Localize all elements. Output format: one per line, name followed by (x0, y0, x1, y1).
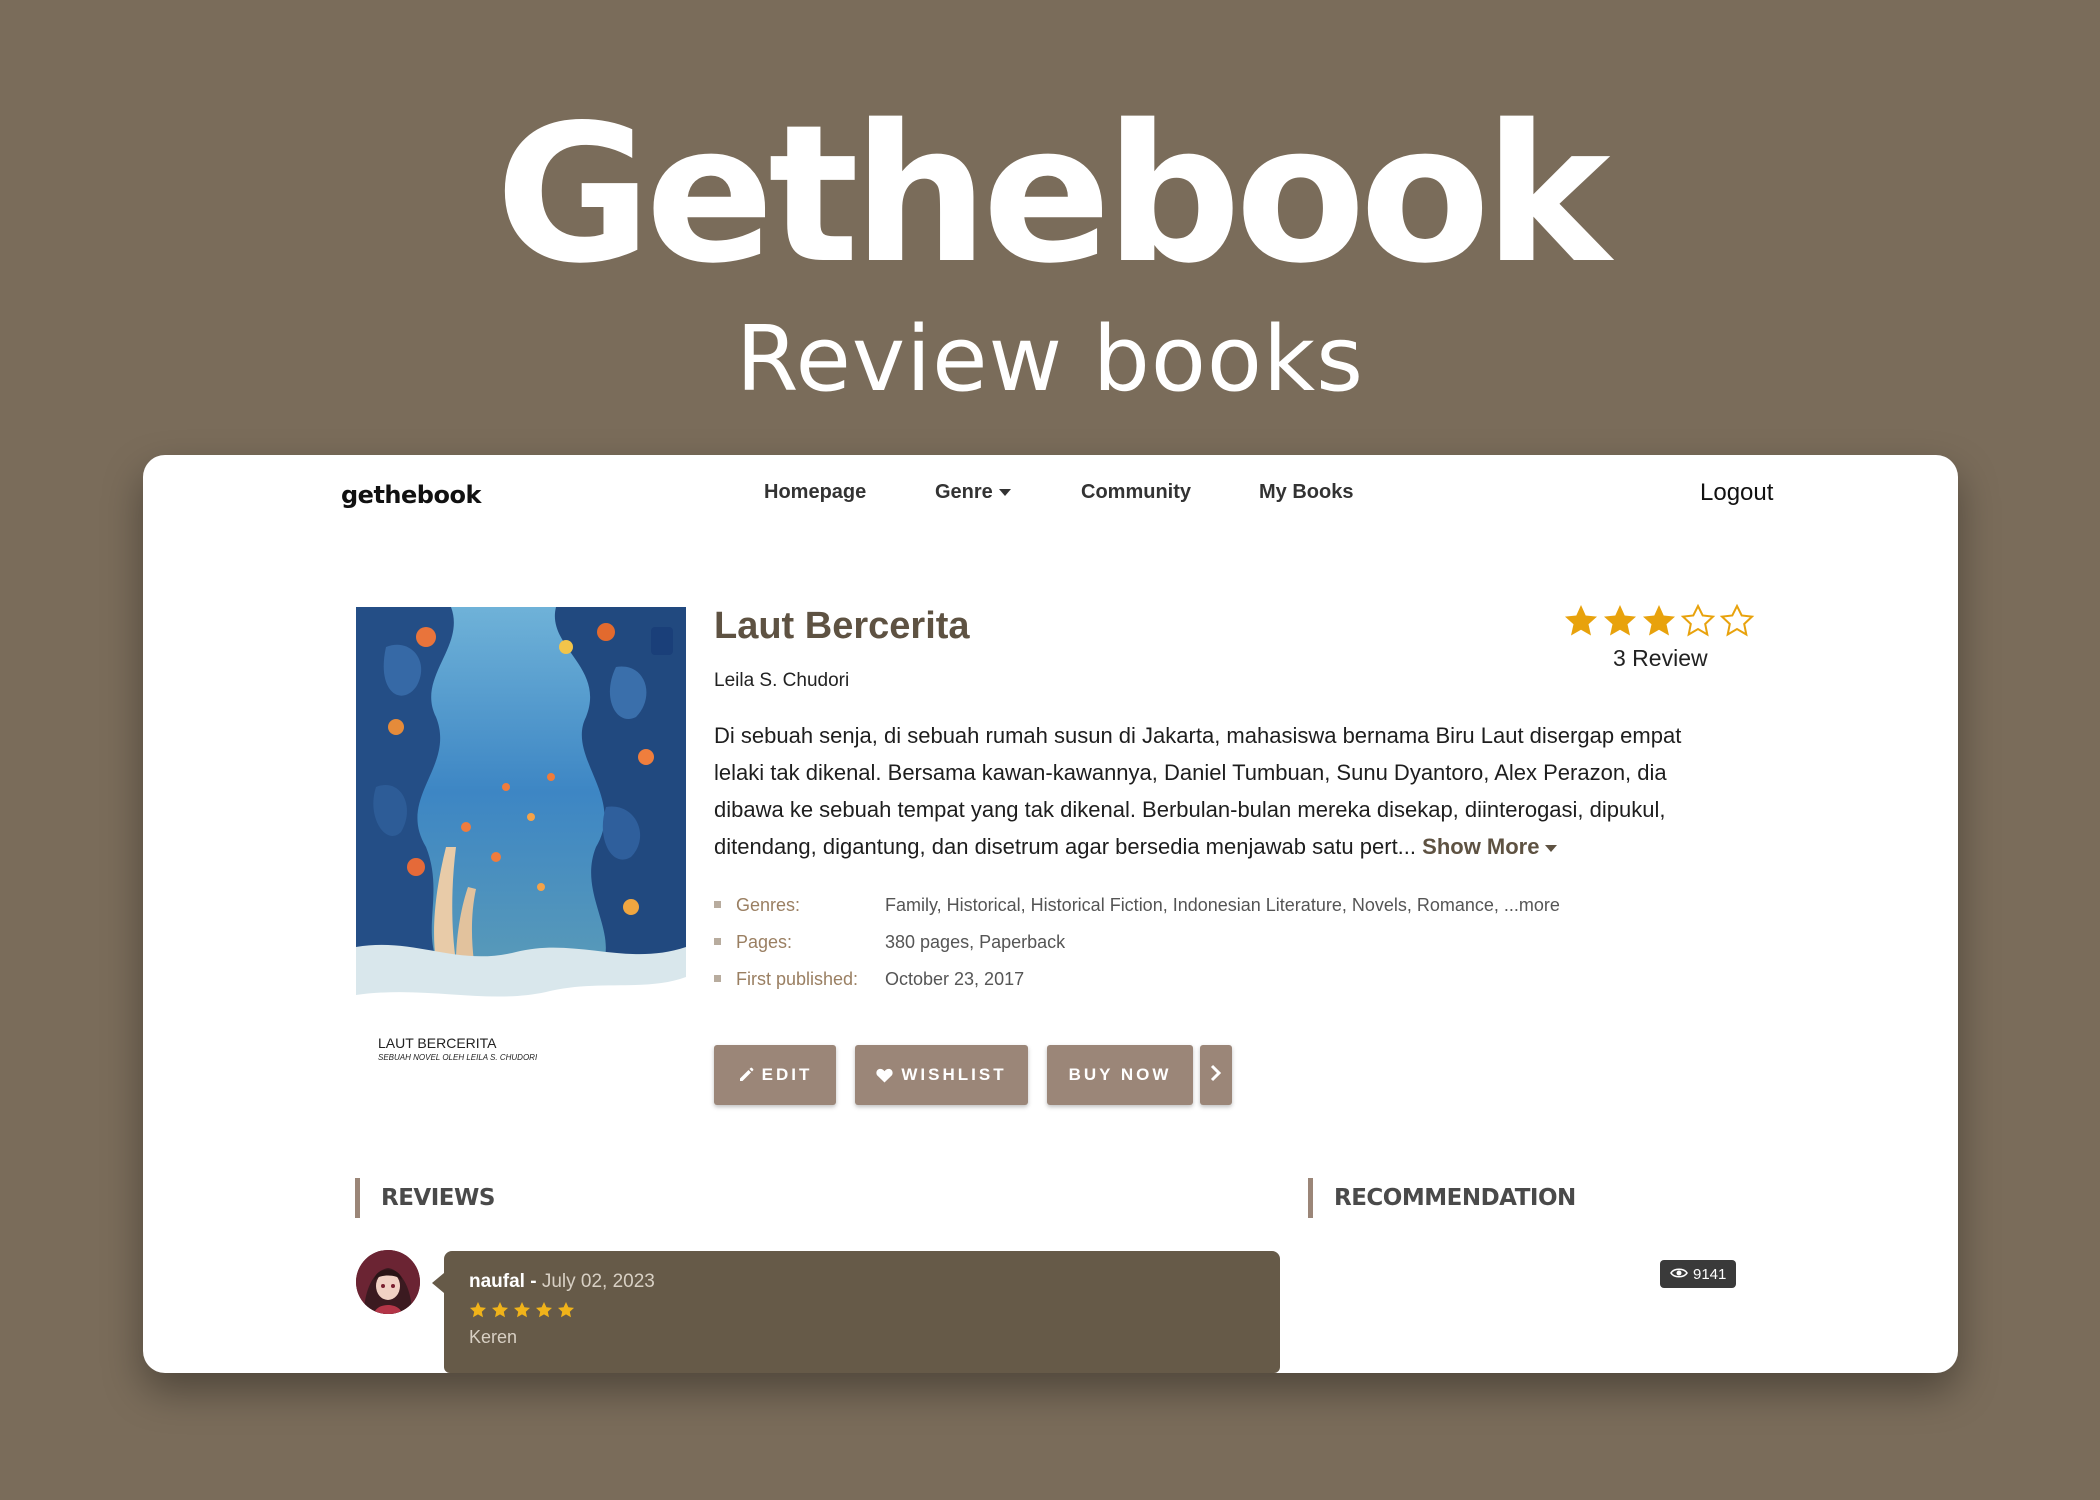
star-filled-icon (536, 1302, 552, 1318)
cover-title: LAUT BERCERITA (378, 1035, 497, 1051)
review-date: July 02, 2023 (541, 1271, 655, 1292)
star-empty-icon (1680, 603, 1716, 637)
review-count[interactable]: 3 Review (1613, 645, 1708, 672)
pencil-icon (738, 1067, 754, 1083)
star-filled-icon (492, 1302, 508, 1318)
caret-down-icon (998, 489, 1011, 497)
reviews-heading: REVIEWS (355, 1178, 495, 1218)
avatar[interactable] (356, 1250, 420, 1314)
book-title: Laut Bercerita (714, 605, 970, 647)
nav-genre[interactable]: Genre (935, 477, 1011, 507)
detail-value: 380 pages, Paperback (885, 932, 1066, 952)
detail-value[interactable]: Family, Historical, Historical Fiction, … (885, 892, 1560, 918)
star-empty-icon (1719, 603, 1755, 637)
book-author[interactable]: Leila S. Chudori (714, 670, 849, 692)
bullet-icon (714, 938, 721, 945)
show-more-label: Show More (1422, 834, 1540, 859)
brand-logo[interactable]: gethebook (341, 481, 481, 509)
detail-value: October 23, 2017 (885, 969, 1025, 989)
buy-options-button[interactable] (1200, 1045, 1232, 1105)
book-description: Di sebuah senja, di sebuah rumah susun d… (714, 717, 1724, 865)
logout-link[interactable]: Logout (1700, 479, 1773, 507)
star-filled-icon (514, 1302, 530, 1318)
review-card: naufal - July 02, 2023 Keren (432, 1251, 1280, 1373)
chevron-right-icon (1210, 1064, 1222, 1087)
review-stars (470, 1302, 574, 1318)
cover-illustration (356, 607, 686, 997)
eye-icon (1670, 1266, 1688, 1283)
nav-genre-label: Genre (935, 481, 993, 503)
heart-icon (876, 1068, 893, 1083)
review-separator: - (524, 1271, 542, 1292)
recommendation-heading: RECOMMENDATION (1308, 1178, 1576, 1218)
review-header: naufal - July 02, 2023 (469, 1271, 655, 1293)
bullet-icon (714, 975, 721, 982)
edit-button-label: EDIT (761, 1065, 813, 1084)
bullet-icon (714, 901, 721, 908)
buy-now-button-label: BUY NOW (1068, 1065, 1172, 1084)
nav-homepage[interactable]: Homepage (764, 477, 866, 507)
buy-now-button[interactable]: BUY NOW (1047, 1045, 1193, 1105)
star-filled-icon (558, 1302, 574, 1318)
detail-label: Genres: (736, 895, 801, 915)
cover-subtitle: SEBUAH NOVEL OLEH LEILA S. CHUDORI (378, 1053, 538, 1062)
nav-my-books[interactable]: My Books (1259, 477, 1353, 507)
star-filled-icon (1604, 605, 1636, 636)
review-username[interactable]: naufal (469, 1271, 525, 1292)
detail-label: First published: (736, 969, 859, 989)
star-filled-icon (470, 1302, 486, 1318)
detail-label: Pages: (736, 932, 793, 952)
rating-stars (1565, 603, 1755, 637)
edit-button[interactable]: EDIT (714, 1045, 836, 1105)
show-more-link[interactable]: Show More (1422, 834, 1558, 859)
review-text: Keren (469, 1327, 518, 1347)
nav-community[interactable]: Community (1081, 477, 1191, 507)
caret-down-icon (1545, 844, 1558, 852)
views-count: 9141 (1693, 1265, 1727, 1283)
book-cover: LAUT BERCERITA SEBUAH NOVEL OLEH LEILA S… (356, 607, 686, 1067)
views-badge: 9141 (1660, 1260, 1737, 1288)
star-filled-icon (1643, 605, 1675, 636)
wishlist-button[interactable]: WISHLIST (855, 1045, 1028, 1105)
star-filled-icon (1565, 605, 1597, 636)
hero-subtitle: Review books (736, 307, 1364, 412)
app-window: gethebook Homepage Genre Community My Bo… (143, 455, 1958, 1373)
wishlist-button-label: WISHLIST (901, 1065, 1007, 1084)
hero-title: Gethebook (495, 84, 1610, 305)
